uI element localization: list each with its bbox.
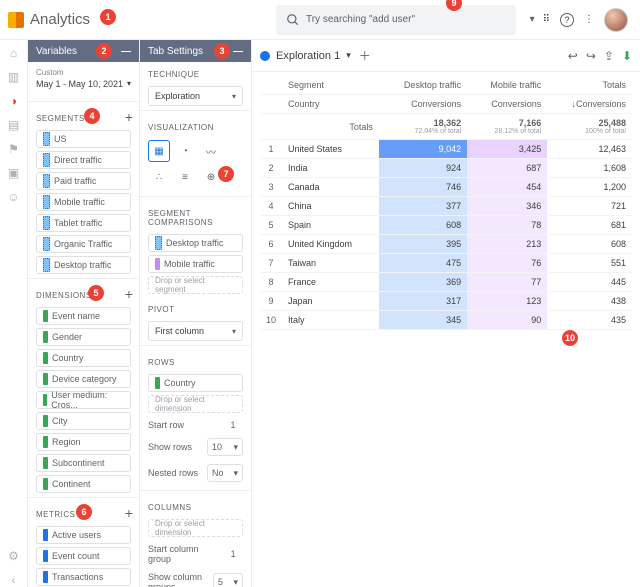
segcomp-mobile[interactable]: Mobile traffic [148,255,243,273]
chip-device-category[interactable]: Device category [36,370,131,388]
pivot-select[interactable]: First column [148,321,243,341]
badge-7: 7 [218,166,234,182]
table-row[interactable]: 7Taiwan47576551 [260,254,632,273]
tab-exploration-1[interactable]: Exploration 1▾ [260,50,351,62]
chip-paid-traffic[interactable]: Paid traffic [36,172,131,190]
rail-flag-icon[interactable]: ⚑ [7,142,21,156]
chip-transactions[interactable]: Transactions [36,568,131,586]
more-icon[interactable]: ⋮ [584,14,594,25]
viz-picker: ▦ ◔ 〰 ∴ ≡ ⊕ 7 [140,136,251,192]
viz-table-icon[interactable]: ▦ [148,140,170,162]
rail-home-icon[interactable]: ⌂ [7,46,21,60]
rail-ad-icon[interactable]: ▤ [7,118,21,132]
chip-event-name[interactable]: Event name [36,307,131,325]
rows-country[interactable]: Country [148,374,243,392]
chip-direct-traffic[interactable]: Direct traffic [36,151,131,169]
chip-region[interactable]: Region [36,433,131,451]
chip-continent[interactable]: Continent [36,475,131,493]
chip-tablet-traffic[interactable]: Tablet traffic [36,214,131,232]
show-rows-select[interactable]: 10▾ [207,438,243,456]
table-row[interactable]: 1United States9,0423,42512,463 [260,140,632,159]
variables-header: Variables — 2 [28,40,139,62]
chip-gender[interactable]: Gender [36,328,131,346]
chip-event-count[interactable]: Event count [36,547,131,565]
share-icon[interactable]: ⇪ [604,49,614,63]
rows-drop[interactable]: Drop or select dimension [148,395,243,413]
segcomp-drop[interactable]: Drop or select segment [148,276,243,294]
viz-bar-icon[interactable]: ≡ [174,166,196,188]
app-name: Analytics [30,11,90,28]
badge-2: 2 [96,43,112,59]
cols-drop[interactable]: Drop or select dimension [148,519,243,537]
badge-5: 5 [88,285,104,301]
add-tab[interactable]: ＋ [359,47,371,64]
chip-active-users[interactable]: Active users [36,526,131,544]
help-icon[interactable]: ? [560,13,574,27]
viz-line-icon[interactable]: 〰 [200,140,222,162]
undo-icon[interactable]: ↩ [568,49,578,63]
badge-3: 3 [214,43,230,59]
chip-mobile-traffic[interactable]: Mobile traffic [36,193,131,211]
chip-country[interactable]: Country [36,349,131,367]
rail-settings-icon[interactable]: ⚙ [7,549,21,563]
add-dimension[interactable]: + [125,286,133,302]
tab-settings-header: Tab Settings — 3 [140,40,251,62]
chip-user-medium-cros-[interactable]: User medium: Cros... [36,391,131,409]
analytics-logo [8,12,24,28]
table-row[interactable]: 9Japan317123438 [260,292,632,311]
table-row[interactable]: 4China377346721 [260,197,632,216]
table-row[interactable]: 3Canada7464541,200 [260,178,632,197]
table-row[interactable]: 2India9246871,608 [260,159,632,178]
topbar: Analytics 1 Try searching "add user" 9 ▾… [0,0,640,40]
exploration-tabs: Exploration 1▾ ＋ ↩ ↪ ⇪ ⬇ [252,40,640,72]
chip-organic-traffic[interactable]: Organic Traffic [36,235,131,253]
badge-10: 10 [562,330,578,346]
nav-rail: ⌂ ▥ ◑ ▤ ⚑ ▣ ☺ ⚙ ‹ [0,40,28,587]
apps-icon[interactable]: ⠿ [543,14,550,25]
rail-user-icon[interactable]: ☺ [7,190,21,204]
badge-4: 4 [84,108,100,124]
table-row[interactable]: 10Italy34590435 [260,311,632,330]
date-range[interactable]: Custom May 1 - May 10, 2021▾ [28,62,139,97]
brand: Analytics 1 [8,11,138,28]
rail-report-icon[interactable]: ▥ [7,70,21,84]
rail-config-icon[interactable]: ▣ [7,166,21,180]
rail-collapse-icon[interactable]: ‹ [7,573,21,587]
minimize-tab[interactable]: — [233,46,243,57]
tab-settings-panel: Tab Settings — 3 TECHNIQUE Exploration V… [140,40,252,587]
viz-donut-icon[interactable]: ◔ [174,140,196,162]
table-row[interactable]: 6United Kingdom395213608 [260,235,632,254]
top-actions: ⠿ ? ⋮ [543,8,632,32]
minimize-variables[interactable]: — [121,46,131,57]
add-segment[interactable]: + [125,109,133,125]
search-placeholder: Try searching "add user" [306,14,415,25]
rail-explore-icon[interactable]: ◑ [7,94,21,108]
chip-desktop-traffic[interactable]: Desktop traffic [36,256,131,274]
chip-city[interactable]: City [36,412,131,430]
search-input[interactable]: Try searching "add user" 9 [276,5,516,35]
nested-select[interactable]: No▾ [207,464,243,482]
badge-6: 6 [76,504,92,520]
chip-us[interactable]: US [36,130,131,148]
table-row[interactable]: 5Spain60878681 [260,216,632,235]
chip-subcontinent[interactable]: Subcontinent [36,454,131,472]
segcomp-desktop[interactable]: Desktop traffic [148,234,243,252]
show-cols-select[interactable]: 5▾ [213,573,243,587]
data-table: Segment Desktop traffic Mobile traffic T… [260,76,632,330]
table-row[interactable]: 8France36977445 [260,273,632,292]
avatar[interactable] [604,8,628,32]
badge-9: 9 [446,0,462,11]
redo-icon[interactable]: ↪ [586,49,596,63]
add-metric[interactable]: + [125,505,133,521]
search-icon [286,13,300,27]
variables-panel: Variables — 2 Custom May 1 - May 10, 202… [28,40,140,587]
badge-1: 1 [100,9,116,25]
viz-scatter-icon[interactable]: ∴ [148,166,170,188]
export-icon[interactable]: ⬇ [622,49,632,63]
technique-select[interactable]: Exploration [148,86,243,106]
main-canvas: Exploration 1▾ ＋ ↩ ↪ ⇪ ⬇ Segment Desktop… [252,40,640,587]
